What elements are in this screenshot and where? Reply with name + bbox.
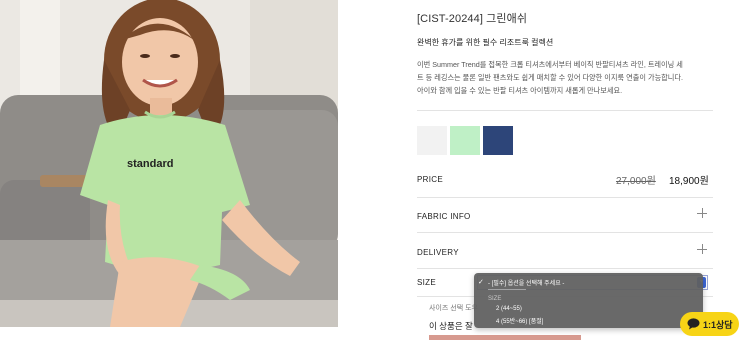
buy-button-bar[interactable] bbox=[429, 335, 581, 340]
delivery-expand-icon[interactable] bbox=[697, 244, 707, 254]
chat-button-label: 1:1상담 bbox=[703, 319, 733, 330]
divider bbox=[417, 268, 713, 269]
product-photo: standard bbox=[0, 0, 338, 327]
divider bbox=[417, 110, 713, 111]
dropdown-option-size-2[interactable]: 2 (44~55) bbox=[496, 306, 522, 312]
chat-bubble-icon bbox=[687, 318, 700, 330]
divider bbox=[417, 232, 713, 233]
dropdown-group-label: SIZE bbox=[488, 296, 502, 302]
description-line: 트 등 레깅스는 물론 일반 팬츠와도 쉽게 매치할 수 있어 다양한 이지룩 … bbox=[417, 73, 684, 82]
shirt-print-text: standard bbox=[127, 158, 173, 170]
product-notice-text: 이 상품은 잘 bbox=[429, 321, 473, 331]
dropdown-option-size-4[interactable]: 4 (55반~66) [품절] bbox=[496, 316, 543, 325]
description-line: 이번 Summer Trend를 접목한 크롭 티셔츠에서부터 베이직 반팔티셔… bbox=[417, 60, 683, 69]
dropdown-option-placeholder[interactable]: - [필수] 옵션을 선택해 주세요 - bbox=[488, 278, 564, 287]
swatch-mint-green[interactable] bbox=[450, 126, 480, 155]
product-subtitle: 완벽한 휴가를 위한 필수 리조트룩 컬렉션 bbox=[417, 38, 554, 47]
delivery-label[interactable]: DELIVERY bbox=[417, 248, 459, 257]
fabric-info-label[interactable]: FABRIC INFO bbox=[417, 212, 471, 221]
product-title: [CIST-20244] 그린애쉬 bbox=[417, 13, 528, 25]
size-dropdown-menu: ✓ - [필수] 옵션을 선택해 주세요 - -----------------… bbox=[474, 273, 703, 328]
divider bbox=[417, 197, 713, 198]
fabric-info-expand-icon[interactable] bbox=[697, 208, 707, 218]
product-description: 이번 Summer Trend를 접목한 크롭 티셔츠에서부터 베이직 반팔티셔… bbox=[417, 58, 713, 97]
swatch-white[interactable] bbox=[417, 126, 447, 155]
description-line: 아이와 함께 입을 수 있는 반팔 티셔츠 아이템까지 새롭게 만나보세요. bbox=[417, 86, 623, 95]
size-label: SIZE bbox=[417, 278, 436, 287]
sale-price: 18,900원 bbox=[669, 176, 709, 187]
swatch-navy[interactable] bbox=[483, 126, 513, 155]
price-label: PRICE bbox=[417, 175, 443, 184]
color-swatches bbox=[417, 126, 513, 155]
checkmark-icon: ✓ bbox=[478, 279, 484, 286]
size-guide-text[interactable]: 사이즈 선택 도우 bbox=[429, 303, 478, 313]
original-price: 27,000원 bbox=[616, 176, 656, 187]
dropdown-divider: ------------------- bbox=[488, 287, 526, 293]
chat-consult-button[interactable]: 1:1상담 bbox=[680, 312, 739, 336]
